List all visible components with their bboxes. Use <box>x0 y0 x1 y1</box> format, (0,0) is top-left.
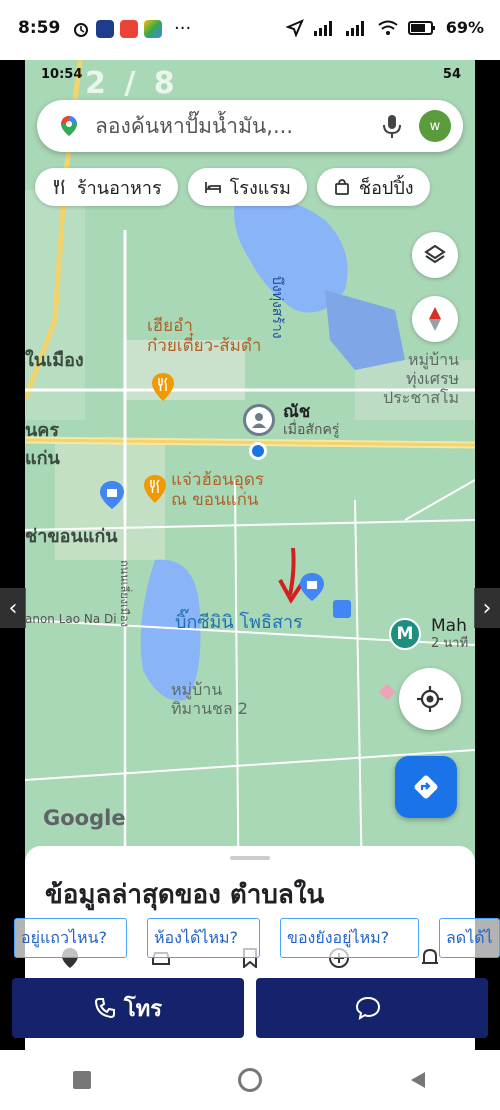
location-icon <box>285 18 304 37</box>
maps-screenshot[interactable]: 10:54 54 2 / 8 ลองค้นหาปั๊มน้ำมัน,... w … <box>25 60 475 1050</box>
user-label: ณัช เมื่อสักครู่ <box>283 402 340 439</box>
call-label: โทร <box>123 996 163 1022</box>
sheet-title: ข้อมูลล่าสุดของ ตำบลใน <box>45 880 325 910</box>
area-label: นคร <box>25 420 60 441</box>
poi-label[interactable]: แจ่วฮ้อนอุดร ณ ขอนแก่น <box>171 470 264 511</box>
question-chip[interactable]: ลดได้ไ <box>439 918 500 958</box>
inner-status-time: 10:54 <box>41 67 83 82</box>
compass-icon <box>429 307 441 331</box>
prev-image-button[interactable]: ‹ <box>0 588 26 628</box>
system-nav-bar <box>0 1050 500 1110</box>
signal-icon <box>313 20 332 36</box>
bed-icon <box>204 182 221 193</box>
notification-icons: ··· <box>72 18 191 39</box>
current-location-dot <box>249 442 267 460</box>
home-button[interactable] <box>237 1068 262 1092</box>
next-image-button[interactable]: › <box>474 588 500 628</box>
chat-bubble-icon <box>355 996 381 1020</box>
question-chip[interactable]: อยู่แถวไหน? <box>14 918 127 958</box>
signal-4g-icon <box>345 20 364 36</box>
layers-button[interactable] <box>412 232 458 278</box>
chevron-left-icon: ‹ <box>8 595 18 621</box>
road-label: anon Lao Na Di <box>25 612 117 626</box>
status-time: 8:59 <box>18 18 61 38</box>
question-chip[interactable]: ห้องได้ไหม? <box>147 918 260 958</box>
shop-square-icon[interactable] <box>333 600 351 618</box>
system-indicators: 69% <box>285 18 484 37</box>
search-bar[interactable]: ลองค้นหาปั๊มน้ำมัน,... w <box>37 100 463 152</box>
poi-label-bigc[interactable]: บิ๊กซีมินิ โพธิสาร <box>175 612 303 634</box>
poi-label[interactable]: Mah 2 นาที <box>431 616 468 652</box>
chip-label: โรงแรม <box>229 177 291 199</box>
chip-label: ร้านอาหาร <box>77 177 162 199</box>
lake-label: บึงทุ่งสร้าง <box>269 276 285 339</box>
chip-restaurants[interactable]: ร้านอาหาร <box>35 168 178 206</box>
status-bar: 8:59 ··· 69% <box>0 0 500 60</box>
poi-label[interactable]: เฮียอำ ก๋วยเตี๋ยว-ส้มตำ <box>147 316 261 357</box>
chip-label: ช็อปปิ้ง <box>358 177 414 199</box>
phone-icon <box>94 998 115 1019</box>
person-icon <box>252 413 266 428</box>
page-indicator: 2 / 8 <box>85 66 179 101</box>
crosshair-icon <box>417 686 443 712</box>
village-label: หมู่บ้าน ทิมานชล 2 <box>171 680 248 719</box>
account-avatar[interactable]: w <box>419 110 451 142</box>
category-chips: ร้านอาหาร โรงแรม ช็อปปิ้ง <box>35 168 430 206</box>
search-input[interactable]: ลองค้นหาปั๊มน้ำมัน,... <box>95 110 381 143</box>
photos-icon <box>144 19 162 38</box>
user-avatar-marker[interactable] <box>243 404 275 436</box>
more-icon: ··· <box>174 18 192 39</box>
chip-shopping[interactable]: ช็อปปิ้ง <box>316 168 430 206</box>
wifi-icon <box>378 20 398 35</box>
maps-pin-icon <box>61 116 77 136</box>
shopping-marker-icon[interactable] <box>299 572 325 602</box>
road-label: ถนนเลี่ยงเมือง <box>118 560 131 628</box>
my-location-button[interactable] <box>399 668 461 730</box>
fork-knife-icon <box>54 179 65 194</box>
district-label: ในเมือง <box>25 350 84 371</box>
recents-button[interactable] <box>73 1071 92 1089</box>
area-label: ช่าขอนแก่น <box>25 526 118 547</box>
directions-button[interactable] <box>395 756 457 818</box>
app-badge-icon <box>96 19 114 38</box>
alarm-icon <box>74 22 88 37</box>
battery-percent: 69% <box>445 18 484 37</box>
mic-icon[interactable] <box>381 113 403 139</box>
back-button[interactable] <box>409 1071 427 1089</box>
google-icon <box>120 19 138 38</box>
sheet-handle[interactable] <box>230 856 270 860</box>
restaurant-marker-icon[interactable] <box>143 474 167 504</box>
shopping-bag-icon <box>335 179 349 195</box>
image-viewer: 10:54 54 2 / 8 ลองค้นหาปั๊มน้ำมัน,... w … <box>0 60 500 1050</box>
chevron-right-icon: › <box>482 595 492 621</box>
chat-button[interactable] <box>256 978 488 1038</box>
restaurant-marker-icon[interactable] <box>151 372 175 402</box>
action-bar: โทร <box>0 978 500 1040</box>
compass-button[interactable] <box>412 296 458 342</box>
shopping-marker-icon[interactable] <box>99 480 125 510</box>
call-button[interactable]: โทร <box>12 978 244 1038</box>
directions-icon <box>414 775 438 799</box>
question-chip[interactable]: ของยังอยู่ไหม? <box>280 918 419 958</box>
google-logo: Google <box>43 806 126 830</box>
village-label: หมู่บ้าน ทุ่งเศรษ ประชาสโม <box>383 350 460 408</box>
bell-icon <box>422 948 438 964</box>
layers-icon <box>424 244 446 264</box>
m-marker[interactable]: M <box>389 618 421 650</box>
inner-status-battery: 54 <box>442 67 461 82</box>
battery-icon <box>407 20 435 35</box>
chip-hotels[interactable]: โรงแรม <box>187 168 307 206</box>
area-label: แก่น <box>25 448 60 469</box>
